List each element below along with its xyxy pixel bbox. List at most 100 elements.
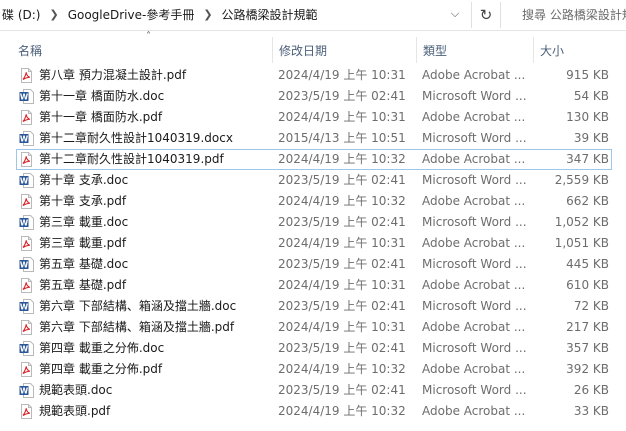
file-name: 第十章 支承.doc: [39, 173, 129, 187]
file-name: 第五章 基礎.pdf: [39, 278, 127, 292]
file-size: 445 KB: [566, 257, 609, 271]
pdf-icon: [19, 152, 34, 167]
search-input[interactable]: 搜尋 公路橋梁設計規範: [510, 2, 626, 26]
file-date: 2024/4/19 上午 10:31: [278, 320, 406, 334]
word-icon: W: [19, 299, 34, 314]
file-row[interactable]: W 第六章 下部結構、箱涵及擋土牆.doc 2023/5/19 上午 02:41 Mi…: [16, 296, 612, 317]
svg-text:W: W: [20, 260, 29, 269]
file-date: 2015/4/13 上午 10:51: [278, 131, 406, 145]
file-name: 第六章 下部結構、箱涵及擋土牆.doc: [39, 299, 237, 313]
file-size: 392 KB: [566, 362, 609, 376]
breadcrumb-folder-current[interactable]: 公路橋梁設計規範: [220, 6, 320, 23]
file-type: Adobe Acrobat ...: [422, 152, 526, 166]
file-type: Microsoft Word ...: [422, 89, 527, 103]
word-icon: W: [19, 131, 34, 146]
file-size: 217 KB: [566, 320, 609, 334]
file-date: 2023/5/19 上午 02:41: [278, 215, 406, 229]
column-header-type[interactable]: 類型: [417, 37, 534, 63]
refresh-icon[interactable]: ↻: [471, 2, 501, 28]
file-size: 915 KB: [566, 68, 609, 82]
word-icon: W: [19, 341, 34, 356]
svg-text:W: W: [20, 386, 29, 395]
chevron-down-icon[interactable]: ⌵: [444, 3, 466, 25]
file-row[interactable]: 第十一章 橋面防水.pdf 2024/4/19 上午 10:31 Adobe Acr…: [16, 107, 612, 128]
file-date: 2023/5/19 上午 02:41: [278, 341, 406, 355]
column-header-date[interactable]: 修改日期: [273, 37, 417, 63]
chevron-right-icon[interactable]: ❯: [42, 8, 65, 21]
word-icon: W: [19, 215, 34, 230]
svg-text:W: W: [20, 92, 29, 101]
file-size: 1,051 KB: [554, 236, 609, 250]
file-size: 662 KB: [566, 194, 609, 208]
file-row[interactable]: W 第三章 載重.doc 2023/5/19 上午 02:41 Microsoft W…: [16, 212, 612, 233]
file-date: 2023/5/19 上午 02:41: [278, 383, 406, 397]
word-icon: W: [19, 89, 34, 104]
file-date: 2024/4/19 上午 10:31: [278, 110, 406, 124]
file-type: Adobe Acrobat ...: [422, 320, 526, 334]
file-date: 2024/4/19 上午 10:31: [278, 68, 406, 82]
file-row[interactable]: W 第十一章 橋面防水.doc 2023/5/19 上午 02:41 Microsof…: [16, 86, 612, 107]
file-date: 2023/5/19 上午 02:41: [278, 173, 406, 187]
file-row[interactable]: 規範表頭.pdf 2024/4/19 上午 10:32 Adobe Acrobat …: [16, 401, 612, 422]
pdf-icon: [19, 110, 34, 125]
column-header-size[interactable]: 大小: [534, 37, 626, 63]
file-size: 2,559 KB: [554, 173, 609, 187]
column-header-name[interactable]: 名稱 ˄: [12, 31, 273, 63]
pdf-icon: [19, 404, 34, 419]
file-size: 1,052 KB: [554, 215, 609, 229]
file-date: 2024/4/19 上午 10:31: [278, 278, 406, 292]
file-row[interactable]: W 第十章 支承.doc 2023/5/19 上午 02:41 Microsoft W…: [16, 170, 612, 191]
breadcrumb-drive[interactable]: 碟 (D:): [0, 6, 42, 23]
file-row[interactable]: 第四章 載重之分佈.pdf 2024/4/19 上午 10:32 Adobe Acr…: [16, 359, 612, 380]
file-name: 第三章 載重.doc: [39, 215, 129, 229]
file-row[interactable]: 第八章 預力混凝土設計.pdf 2024/4/19 上午 10:31 Adobe A…: [16, 65, 612, 86]
file-size: 72 KB: [573, 299, 609, 313]
file-date: 2023/5/19 上午 02:41: [278, 299, 406, 313]
file-name: 第五章 基礎.doc: [39, 257, 129, 271]
file-row[interactable]: W 規範表頭.doc 2023/5/19 上午 02:41 Microsoft Wor…: [16, 380, 612, 401]
file-name: 規範表頭.doc: [39, 383, 113, 397]
file-row[interactable]: 第六章 下部結構、箱涵及擋土牆.pdf 2024/4/19 上午 10:31 Ado…: [16, 317, 612, 338]
file-type: Adobe Acrobat ...: [422, 278, 526, 292]
file-type: Adobe Acrobat ...: [422, 362, 526, 376]
pdf-icon: [19, 278, 34, 293]
file-row[interactable]: 第十章 支承.pdf 2024/4/19 上午 10:32 Adobe Acroba…: [16, 191, 612, 212]
file-type: Microsoft Word ...: [422, 173, 527, 187]
word-icon: W: [19, 257, 34, 272]
chevron-right-icon[interactable]: ❯: [196, 8, 219, 21]
file-type: Adobe Acrobat ...: [422, 236, 526, 250]
file-date: 2024/4/19 上午 10:32: [278, 194, 406, 208]
breadcrumb: 碟 (D:) ❯ GoogleDrive-參考手冊 ❯ 公路橋梁設計規範: [0, 0, 464, 28]
file-name: 規範表頭.pdf: [39, 404, 111, 418]
file-size: 33 KB: [573, 404, 609, 418]
file-row[interactable]: 第十二章耐久性設計1040319.pdf 2024/4/19 上午 10:32 Ad…: [16, 149, 612, 170]
file-name: 第十一章 橋面防水.pdf: [39, 110, 163, 124]
file-row[interactable]: 第五章 基礎.pdf 2024/4/19 上午 10:31 Adobe Acroba…: [16, 275, 612, 296]
file-date: 2023/5/19 上午 02:41: [278, 89, 406, 103]
svg-text:W: W: [20, 218, 29, 227]
address-bar: 碟 (D:) ❯ GoogleDrive-參考手冊 ❯ 公路橋梁設計規範 ⌵ ↻…: [0, 0, 626, 31]
file-type: Microsoft Word ...: [422, 215, 527, 229]
file-size: 357 KB: [566, 341, 609, 355]
file-row[interactable]: W 第五章 基礎.doc 2023/5/19 上午 02:41 Microsoft W…: [16, 254, 612, 275]
file-type: Adobe Acrobat ...: [422, 404, 526, 418]
file-date: 2023/5/19 上午 02:41: [278, 257, 406, 271]
pdf-icon: [19, 320, 34, 335]
file-row[interactable]: W 第十二章耐久性設計1040319.docx 2015/4/13 上午 10:51…: [16, 128, 612, 149]
file-row[interactable]: W 第四章 載重之分佈.doc 2023/5/19 上午 02:41 Microsof…: [16, 338, 612, 359]
file-name: 第四章 載重之分佈.doc: [39, 341, 165, 355]
file-name: 第八章 預力混凝土設計.pdf: [39, 68, 187, 82]
file-name: 第十二章耐久性設計1040319.docx: [39, 131, 233, 145]
file-date: 2024/4/19 上午 10:31: [278, 236, 406, 250]
file-size: 347 KB: [566, 152, 609, 166]
file-type: Microsoft Word ...: [422, 257, 527, 271]
file-size: 39 KB: [573, 131, 609, 145]
file-name: 第十章 支承.pdf: [39, 194, 127, 208]
word-icon: W: [19, 383, 34, 398]
file-type: Microsoft Word ...: [422, 299, 527, 313]
file-name: 第十一章 橋面防水.doc: [39, 89, 165, 103]
file-row[interactable]: 第三章 載重.pdf 2024/4/19 上午 10:31 Adobe Acroba…: [16, 233, 612, 254]
pdf-icon: [19, 68, 34, 83]
breadcrumb-folder-parent[interactable]: GoogleDrive-參考手冊: [66, 6, 197, 23]
file-date: 2024/4/19 上午 10:32: [278, 362, 406, 376]
